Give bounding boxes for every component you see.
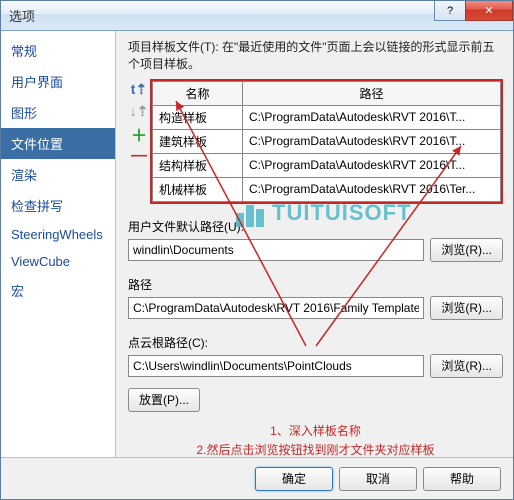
family-path-input[interactable] <box>128 297 424 319</box>
browse-button-3[interactable]: 浏览(R)... <box>430 354 503 378</box>
table-row: 结构样板 C:\ProgramData\Autodesk\RVT 2016\T.… <box>153 153 501 177</box>
sidebar-item-spellcheck[interactable]: 检查拼写 <box>1 190 115 221</box>
th-path: 路径 <box>243 81 501 105</box>
sidebar: 常规 用户界面 图形 文件位置 渲染 检查拼写 SteeringWheels V… <box>1 31 116 457</box>
template-description: 项目样板文件(T): 在"最近使用的文件"页面上会以链接的形式显示前五个项目样板… <box>128 39 503 73</box>
sidebar-item-ui[interactable]: 用户界面 <box>1 66 115 97</box>
ok-button[interactable]: 确定 <box>255 467 333 491</box>
sidebar-item-render[interactable]: 渲染 <box>1 159 115 190</box>
place-button[interactable]: 放置(P)... <box>128 388 200 412</box>
close-window-button[interactable]: ✕ <box>465 1 513 21</box>
help-button[interactable]: 帮助 <box>423 467 501 491</box>
user-files-label: 用户文件默认路径(U): <box>128 218 503 235</box>
main-panel: 项目样板文件(T): 在"最近使用的文件"页面上会以链接的形式显示前五个项目样板… <box>116 31 513 457</box>
window-controls: ? ✕ <box>435 1 513 21</box>
sidebar-item-steeringwheels[interactable]: SteeringWheels <box>1 221 115 248</box>
table-row: 机械样板 C:\ProgramData\Autodesk\RVT 2016\Te… <box>153 177 501 201</box>
table-row: 构造样板 C:\ProgramData\Autodesk\RVT 2016\T.… <box>153 105 501 129</box>
titlebar: 选项 ? ✕ <box>1 1 513 31</box>
sidebar-item-graphics[interactable]: 图形 <box>1 97 115 128</box>
options-dialog: 选项 ? ✕ 常规 用户界面 图形 文件位置 渲染 检查拼写 SteeringW… <box>0 0 514 500</box>
window-title: 选项 <box>1 6 35 25</box>
template-table[interactable]: 名称 路径 构造样板 C:\ProgramData\Autodesk\RVT 2… <box>150 79 503 204</box>
th-name: 名称 <box>153 81 243 105</box>
browse-button-2[interactable]: 浏览(R)... <box>430 296 503 320</box>
move-up-icon[interactable]: t⇡ <box>130 81 148 99</box>
annotation-text: 1、深入样板名称 2.然后点击浏览按钮找到刚才文件夹对应样板 <box>128 422 503 457</box>
sidebar-item-macro[interactable]: 宏 <box>1 275 115 306</box>
move-down-icon[interactable]: ↓⇡ <box>130 103 148 121</box>
pointcloud-label: 点云根路径(C): <box>128 334 503 351</box>
add-icon[interactable]: ＋ <box>130 125 148 143</box>
help-window-button[interactable]: ? <box>434 1 466 21</box>
sidebar-item-file-locations[interactable]: 文件位置 <box>1 128 115 159</box>
remove-icon[interactable]: — <box>130 147 148 165</box>
browse-button-1[interactable]: 浏览(R)... <box>430 238 503 262</box>
sidebar-item-viewcube[interactable]: ViewCube <box>1 248 115 275</box>
pointcloud-input[interactable] <box>128 355 424 377</box>
sidebar-item-general[interactable]: 常规 <box>1 35 115 66</box>
table-row: 建筑样板 C:\ProgramData\Autodesk\RVT 2016\T.… <box>153 129 501 153</box>
user-files-input[interactable] <box>128 239 424 261</box>
cancel-button[interactable]: 取消 <box>339 467 417 491</box>
family-path-label: 路径 <box>128 276 503 293</box>
dialog-footer: 确定 取消 帮助 <box>1 457 513 499</box>
